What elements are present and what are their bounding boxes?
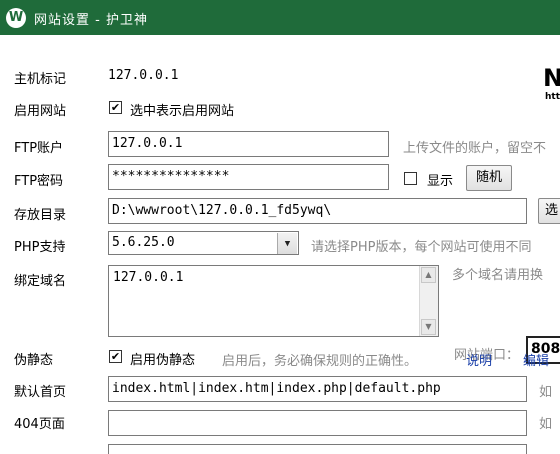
- app-logo-icon: W: [6, 8, 26, 28]
- page-404-hint: 如: [539, 417, 553, 432]
- rewrite-label: 伪静态: [14, 353, 54, 368]
- rewrite-explain-link[interactable]: 说明: [466, 350, 492, 369]
- domains-hint: 多个域名请用换: [452, 268, 544, 283]
- rewrite-edit-link[interactable]: 编辑: [523, 350, 549, 369]
- chevron-down-icon[interactable]: ▼: [277, 233, 297, 254]
- domains-scrollbar[interactable]: ▲ ▼: [419, 266, 438, 336]
- php-label: PHP支持: [14, 240, 66, 255]
- ftp-account-hint: 上传文件的账户，留空不: [403, 141, 547, 156]
- rewrite-checkbox-label[interactable]: 启用伪静态: [130, 349, 195, 368]
- host-value: 127.0.0.1: [108, 68, 179, 83]
- domains-label: 绑定域名: [14, 274, 67, 289]
- ftp-password-label: FTP密码: [14, 174, 64, 189]
- storage-dir-label: 存放目录: [14, 208, 67, 223]
- show-password-checkbox[interactable]: [404, 172, 417, 185]
- php-hint: 请选择PHP版本，每个网站可使用不同: [311, 240, 532, 255]
- default-page-hint: 如: [539, 385, 553, 400]
- default-page-label: 默认首页: [14, 385, 67, 400]
- page-404-label: 404页面: [14, 417, 65, 432]
- scroll-down-icon[interactable]: ▼: [421, 319, 436, 335]
- brand-logo-big: N: [543, 64, 560, 92]
- show-password-label[interactable]: 显示: [427, 170, 453, 189]
- page-404-input[interactable]: [108, 410, 527, 436]
- enable-site-checkbox[interactable]: ✔: [109, 101, 122, 114]
- title-bar[interactable]: W 网站设置 - 护卫神: [0, 0, 560, 35]
- host-label: 主机标记: [14, 72, 67, 87]
- next-row-input[interactable]: [108, 444, 527, 454]
- enable-site-checkbox-label[interactable]: 选中表示启用网站: [130, 100, 234, 119]
- domains-value: 127.0.0.1: [113, 270, 184, 285]
- ftp-password-input[interactable]: ***************: [108, 164, 389, 190]
- domains-textarea[interactable]: 127.0.0.1 ▲ ▼: [108, 265, 439, 337]
- scroll-up-icon[interactable]: ▲: [421, 267, 436, 283]
- php-version-value: 5.6.25.0: [112, 235, 175, 250]
- brand-logo-fragment: N: [543, 66, 560, 90]
- rewrite-checkbox[interactable]: ✔: [109, 350, 122, 363]
- default-page-input[interactable]: index.html|index.htm|index.php|default.p…: [108, 376, 527, 402]
- php-version-select[interactable]: 5.6.25.0 ▼: [108, 231, 299, 255]
- storage-dir-input[interactable]: D:\wwwroot\127.0.0.1_fd5ywq\: [108, 198, 527, 224]
- ftp-account-label: FTP账户: [14, 141, 64, 156]
- enable-site-label: 启用网站: [14, 104, 67, 119]
- brand-logo-url: http: [545, 92, 560, 102]
- rewrite-hint: 启用后，务必确保规则的正确性。: [222, 354, 418, 369]
- browse-dir-button[interactable]: 选: [538, 198, 560, 224]
- ftp-account-input[interactable]: 127.0.0.1: [108, 131, 389, 157]
- window-title: 网站设置 - 护卫神: [34, 13, 148, 28]
- random-password-button[interactable]: 随机: [466, 165, 512, 191]
